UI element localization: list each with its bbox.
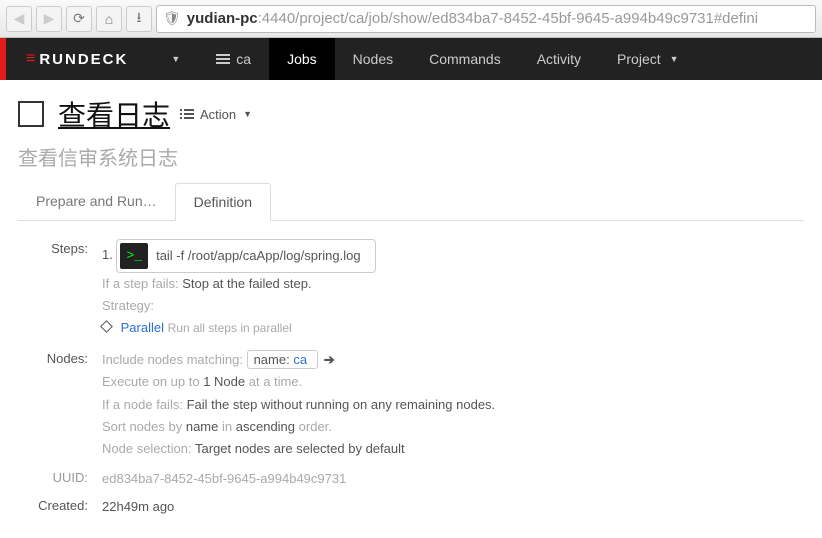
diamond-icon [100,320,113,333]
step-command-box[interactable]: >_ tail -f /root/app/caApp/log/spring.lo… [116,239,375,273]
menu-icon [184,107,196,121]
include-label: Include nodes matching: [102,352,243,367]
brand[interactable]: ≡ RUNDECK [0,38,150,80]
caret-down-icon: ▼ [243,109,252,119]
uuid-label: UUID: [22,468,102,490]
nav-activity[interactable]: Activity [519,38,599,80]
caret-down-icon: ▼ [171,54,180,64]
nodes-label: Nodes: [22,349,102,459]
sort-field: name [186,419,219,434]
tab-definition[interactable]: Definition [175,183,271,221]
action-label: Action [200,107,236,122]
job-tabs: Prepare and Run… Definition [18,183,804,221]
brand-logo-icon: ≡ [26,50,33,68]
nav-commands[interactable]: Commands [411,38,519,80]
action-dropdown[interactable]: Action ▼ [184,107,252,122]
terminal-icon: >_ [120,243,148,269]
list-icon [216,52,230,66]
step-fail-value: Stop at the failed step. [182,276,311,291]
sort-suffix: order. [299,419,332,434]
nodefail-value: Fail the step without running on any rem… [187,397,496,412]
caret-down-icon: ▼ [670,54,679,64]
steps-label: Steps: [22,239,102,339]
step-command: tail -f /root/app/caApp/log/spring.log [156,245,361,267]
nav-nodes[interactable]: Nodes [335,38,411,80]
back-button[interactable]: ◀ [6,6,32,32]
strategy-label: Strategy: [102,295,800,317]
forward-button[interactable]: ▶ [36,6,62,32]
address-bar[interactable]: 🛡 yudian-pc:4440/project/ca/job/show/ed8… [156,5,816,33]
browser-toolbar: ◀ ▶ ⟳ ⌂ ⭳ 🛡 yudian-pc:4440/project/ca/jo… [0,0,822,38]
created-value: 22h49m ago [102,496,800,518]
home-button[interactable]: ⌂ [96,6,122,32]
node-selection-label: Node selection: [102,441,192,456]
exec-count: 1 Node [203,374,245,389]
step-index: 1. [102,247,113,262]
nav-project-menu[interactable]: Project▼ [599,38,697,80]
job-title-link[interactable]: 查看日志 [58,94,170,134]
top-nav: ≡ RUNDECK ▼ ca Jobs Nodes Commands Activ… [0,38,822,80]
strategy-desc: Run all steps in parallel [168,321,292,335]
job-icon [18,101,44,127]
shield-icon: 🛡 [163,10,181,27]
reload-button[interactable]: ⟳ [66,6,92,32]
created-label: Created: [22,496,102,518]
url-text: yudian-pc:4440/project/ca/job/show/ed834… [187,10,758,27]
sort-dir: ascending [236,419,295,434]
node-filter-chip[interactable]: name: ca [247,350,318,369]
exec-prefix: Execute on up to [102,374,200,389]
downloads-button[interactable]: ⭳ [126,6,152,32]
job-description: 查看信审系统日志 [18,142,804,171]
exec-suffix: at a time. [249,374,302,389]
project-switcher[interactable]: ca [198,38,269,80]
brand-dropdown[interactable]: ▼ [150,38,198,80]
nav-jobs[interactable]: Jobs [269,38,335,80]
tab-prepare-run[interactable]: Prepare and Run… [18,183,175,220]
uuid-value: ed834ba7-8452-45bf-9645-a994b49c9731 [102,468,800,490]
sort-prefix: Sort nodes by [102,419,182,434]
sort-mid: in [222,419,232,434]
brand-text: RUNDECK [39,51,128,68]
strategy-link[interactable]: Parallel [121,320,164,335]
arrow-right-icon[interactable]: ➔ [324,352,335,367]
project-name: ca [236,51,251,67]
step-fail-label: If a step fails: [102,276,179,291]
nodefail-label: If a node fails: [102,397,183,412]
node-selection-value: Target nodes are selected by default [195,441,405,456]
